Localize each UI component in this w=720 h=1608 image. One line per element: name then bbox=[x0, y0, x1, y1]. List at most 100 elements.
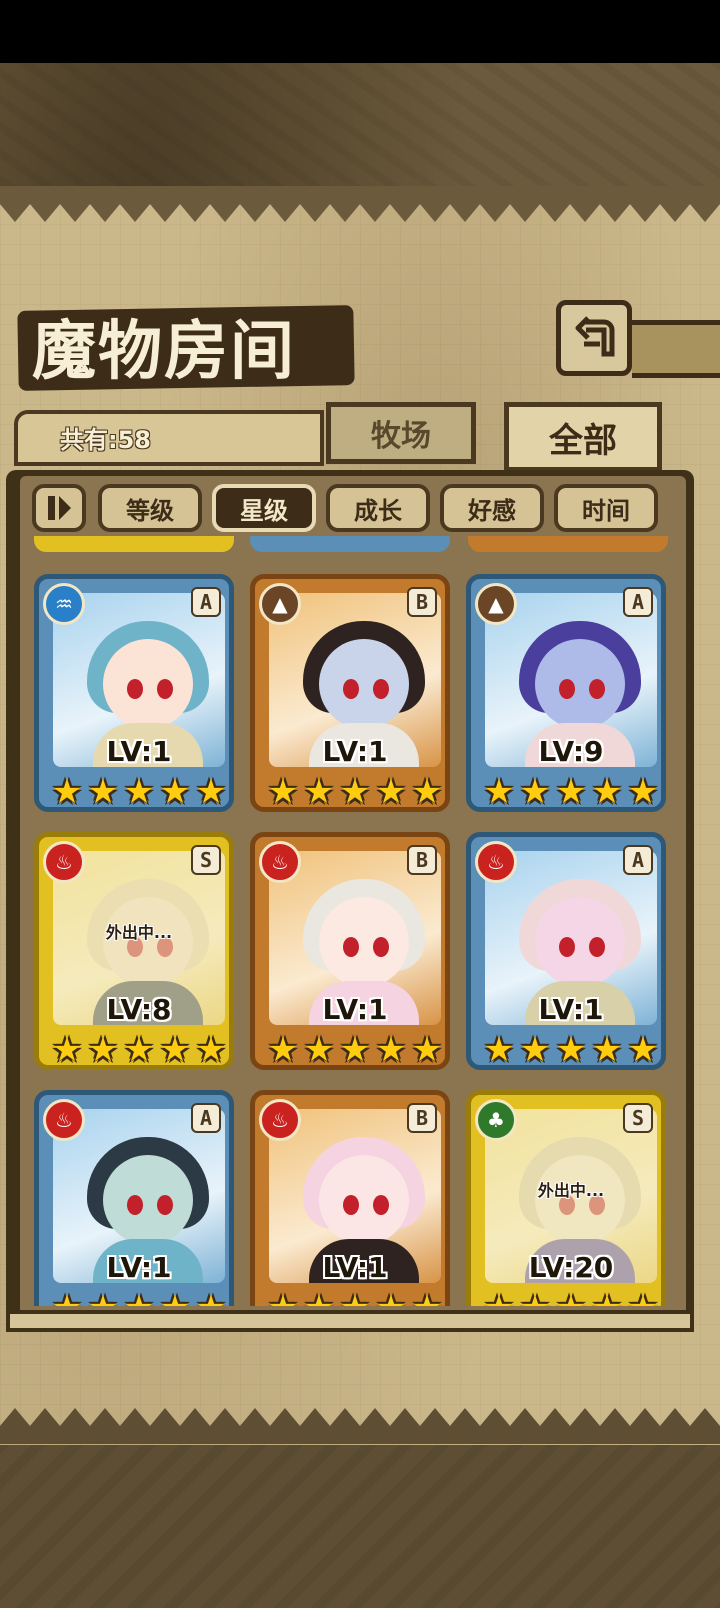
sort-button-growth[interactable]: 成长 bbox=[326, 484, 430, 532]
star-icon: ★ bbox=[555, 1030, 587, 1070]
monster-level: LV:8 bbox=[106, 993, 172, 1026]
star-rating: ★★★★★ bbox=[471, 1033, 671, 1067]
monster-level: LV:1 bbox=[106, 1251, 172, 1284]
monster-level: LV:1 bbox=[322, 1251, 388, 1284]
star-icon: ★ bbox=[50, 1291, 84, 1306]
star-icon: ★ bbox=[195, 772, 227, 812]
monster-face bbox=[535, 897, 625, 987]
sort-button-affection[interactable]: 好感 bbox=[440, 484, 544, 532]
star-icon: ★ bbox=[410, 1291, 444, 1306]
monster-grid[interactable]: ♒ A LV:1 ★ ★ ★ ★ ★ ▲ B LV:1 ★ ★ ★ ★ ★ ▲ A LV:9 ★ ★ ★ ★ ★ 外出中... ♨… bbox=[28, 536, 680, 1306]
star-icon: ★ bbox=[86, 1291, 120, 1306]
star-icon: ★ bbox=[87, 772, 119, 812]
monster-card[interactable]: ♒ A LV:1 ★ ★ ★ ★ ★ bbox=[34, 574, 234, 812]
monster-eye bbox=[559, 679, 575, 699]
star-icon: ★ bbox=[267, 1030, 299, 1070]
card-partial[interactable] bbox=[468, 536, 668, 552]
star-icon: ★ bbox=[591, 1030, 623, 1070]
sort-button-time[interactable]: 时间 bbox=[554, 484, 658, 532]
star-icon: ★ bbox=[627, 1030, 659, 1070]
star-icon: ★ bbox=[303, 772, 335, 812]
back-button[interactable] bbox=[556, 300, 632, 376]
monster-card[interactable]: ♨ALV:1★★★★★ bbox=[34, 1090, 234, 1306]
star-rating: ★★★★★ bbox=[39, 775, 239, 809]
monster-eye bbox=[373, 1195, 389, 1215]
sort-button-level[interactable]: 等级 bbox=[98, 484, 202, 532]
zigzag-border-top bbox=[0, 186, 720, 222]
monster-card[interactable]: ▲ A LV:9 ★ ★ ★ ★ ★ bbox=[466, 574, 666, 812]
monster-eye bbox=[343, 937, 359, 957]
tab-pasture[interactable]: 牧场 bbox=[326, 402, 476, 464]
star-rating: ★★★★★ bbox=[255, 775, 455, 809]
star-icon: ★ bbox=[158, 1291, 192, 1306]
monster-eye bbox=[589, 937, 605, 957]
star-icon: ★ bbox=[87, 1030, 119, 1070]
monster-eye bbox=[127, 679, 143, 699]
pause-sort-icon bbox=[48, 496, 71, 520]
sort-order-toggle[interactable] bbox=[32, 484, 86, 532]
monster-level: LV:1 bbox=[322, 993, 388, 1026]
rank-badge: A bbox=[191, 1103, 221, 1133]
monster-eye bbox=[373, 679, 389, 699]
monster-card[interactable]: ▲ B LV:1 ★ ★ ★ ★ ★ bbox=[250, 574, 450, 812]
star-icon: ★ bbox=[626, 1291, 660, 1306]
tab-all[interactable]: 全部 bbox=[504, 402, 662, 472]
star-icon: ★ bbox=[483, 772, 515, 812]
monster-eye bbox=[589, 679, 605, 699]
star-icon: ★ bbox=[590, 1291, 624, 1306]
fire-glyph: ♨ bbox=[271, 1108, 289, 1132]
star-icon: ★ bbox=[411, 772, 443, 812]
rank-badge: B bbox=[407, 845, 437, 875]
monster-card[interactable]: ♨BLV:1★★★★★ bbox=[250, 832, 450, 1070]
monster-face bbox=[103, 1155, 193, 1245]
rank-badge: A bbox=[191, 587, 221, 617]
star-icon: ★ bbox=[122, 1291, 156, 1306]
star-icon: ★ bbox=[159, 772, 191, 812]
monster-eye bbox=[559, 937, 575, 957]
water-glyph: ♒ bbox=[55, 592, 73, 616]
star-icon: ★ bbox=[51, 1030, 83, 1070]
star-icon: ★ bbox=[591, 772, 623, 812]
monster-eye bbox=[373, 937, 389, 957]
background-map-bottom bbox=[0, 1440, 720, 1608]
grass-glyph: ♣ bbox=[487, 1108, 505, 1132]
earth-element-icon: ▲ bbox=[475, 583, 517, 625]
monster-level: LV:1 bbox=[322, 735, 388, 768]
star-rating: ★★★★★ bbox=[255, 1033, 455, 1067]
earth-element-icon: ▲ bbox=[259, 583, 301, 625]
star-icon: ★ bbox=[483, 1030, 515, 1070]
monster-count: 共有:58 bbox=[60, 426, 151, 454]
grass-element-icon: ♣ bbox=[475, 1099, 517, 1141]
away-status: 外出中... bbox=[537, 1181, 605, 1200]
monster-card[interactable]: 外出中... ♨ S LV:8 ★ ★ ★ ★ ★ bbox=[34, 832, 234, 1070]
away-status: 外出中... bbox=[105, 923, 173, 942]
star-icon: ★ bbox=[338, 1291, 372, 1306]
list-frame-bottom bbox=[6, 1310, 694, 1332]
monster-card[interactable]: 外出中...♣SLV:20★★★★★ bbox=[466, 1090, 666, 1306]
monster-face bbox=[319, 1155, 409, 1245]
monster-eye bbox=[343, 1195, 359, 1215]
star-icon: ★ bbox=[482, 1291, 516, 1306]
monster-card[interactable]: ♨ALV:1★★★★★ bbox=[466, 832, 666, 1070]
monster-face bbox=[319, 639, 409, 729]
sort-button-stars[interactable]: 星级 bbox=[212, 484, 316, 532]
back-button-bar bbox=[632, 320, 720, 378]
rank-badge: B bbox=[407, 1103, 437, 1133]
rank-badge: A bbox=[623, 587, 653, 617]
star-icon: ★ bbox=[374, 1291, 408, 1306]
monster-card[interactable]: ♨BLV:1★★★★★ bbox=[250, 1090, 450, 1306]
card-partial[interactable] bbox=[34, 536, 234, 552]
star-icon: ★ bbox=[303, 1030, 335, 1070]
fire-glyph: ♨ bbox=[55, 1108, 73, 1132]
monster-eye bbox=[343, 679, 359, 699]
star-rating: ★★★★★ bbox=[255, 1291, 455, 1306]
rank-badge: S bbox=[191, 845, 221, 875]
star-icon: ★ bbox=[51, 772, 83, 812]
card-partial[interactable] bbox=[250, 536, 450, 552]
star-icon: ★ bbox=[627, 772, 659, 812]
star-rating: ★★★★★ bbox=[39, 1291, 239, 1306]
star-icon: ★ bbox=[266, 1291, 300, 1306]
monster-level: LV:20 bbox=[528, 1251, 614, 1284]
return-arrow-icon bbox=[575, 316, 615, 357]
star-icon: ★ bbox=[554, 1291, 588, 1306]
